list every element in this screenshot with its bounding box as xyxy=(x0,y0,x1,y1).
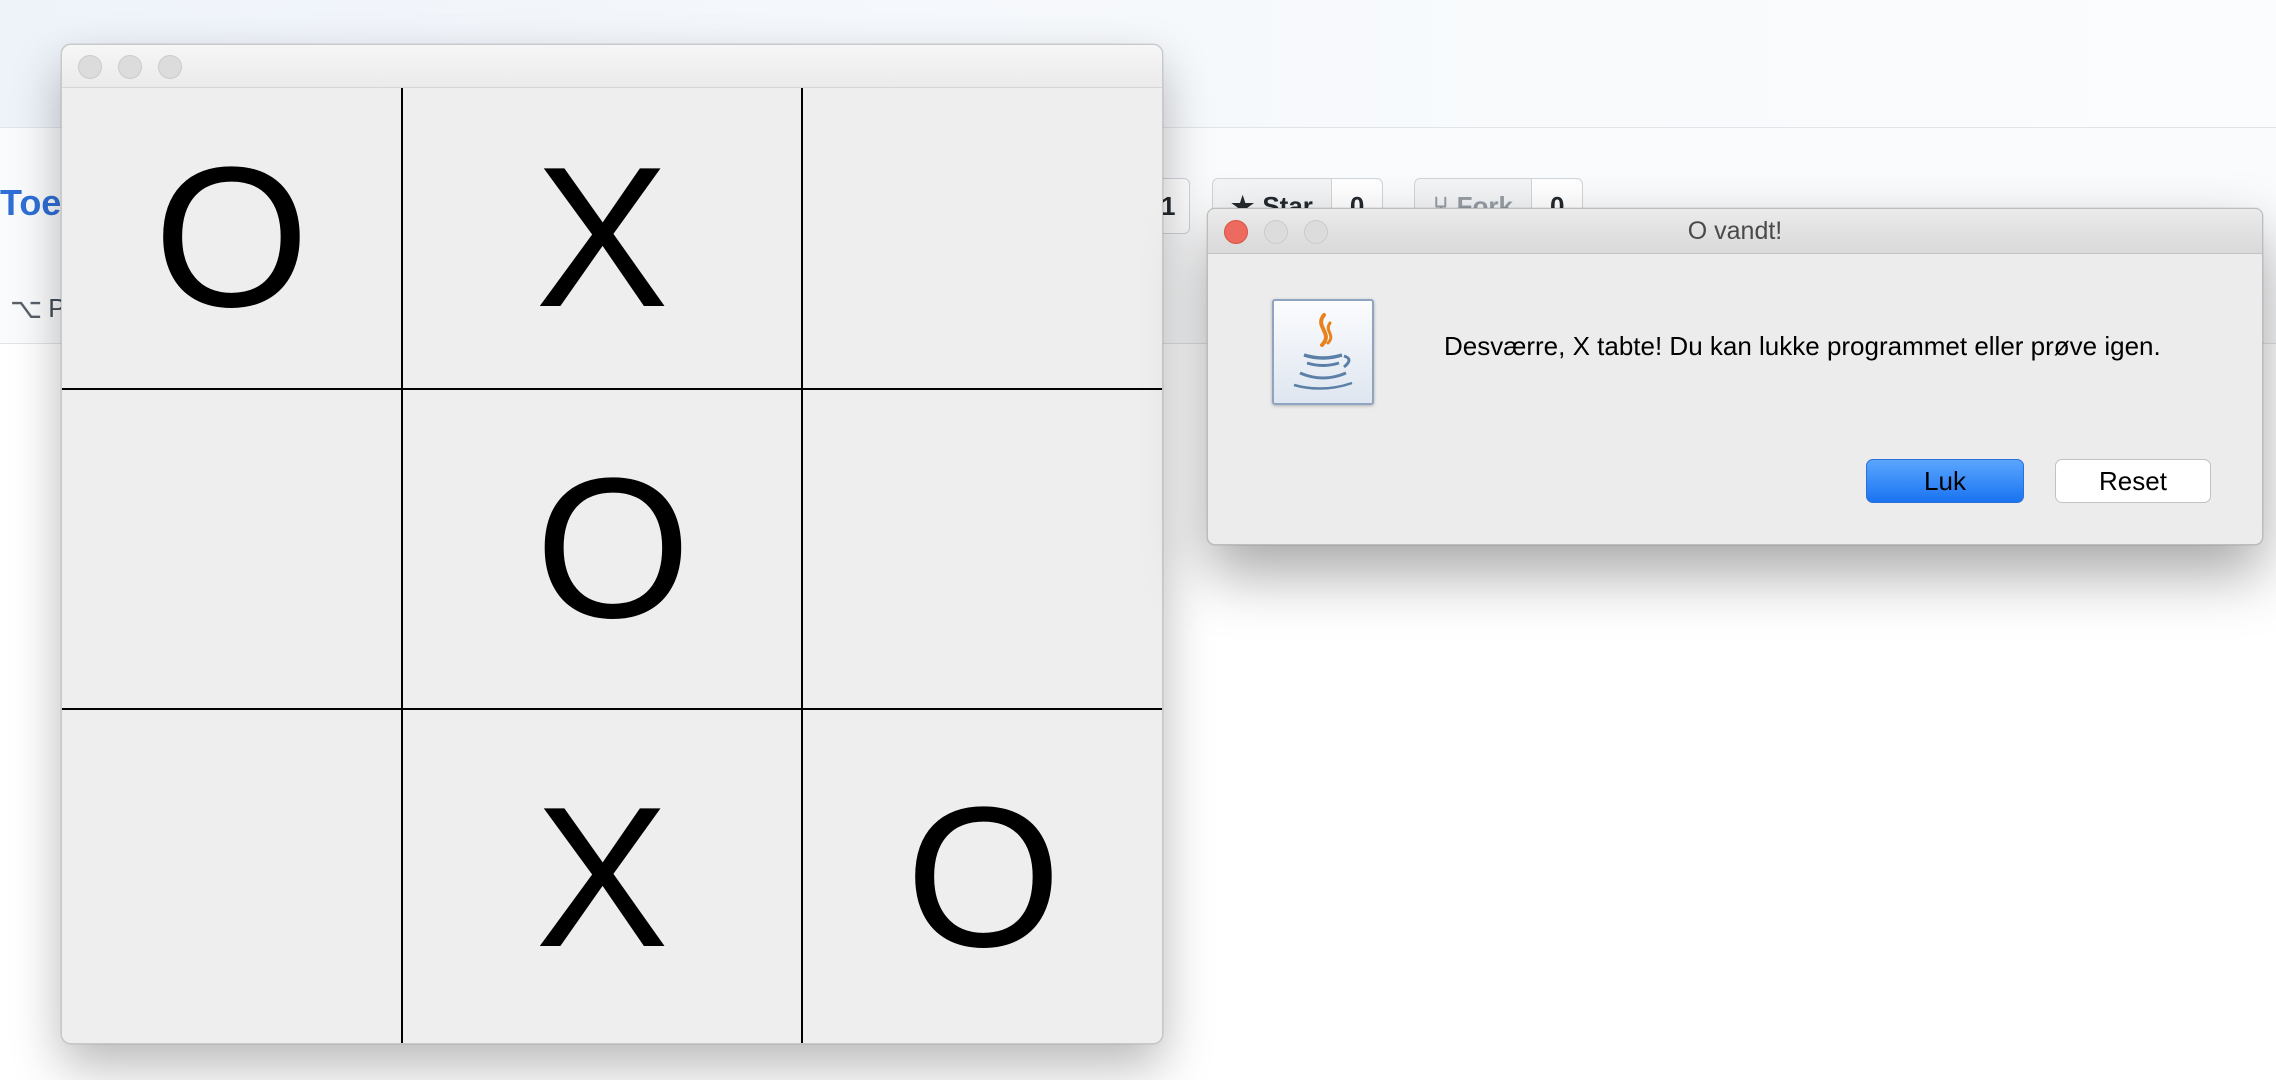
tic-tac-toe-window: O X O X O xyxy=(61,44,1163,1044)
close-button[interactable] xyxy=(78,55,102,79)
board-cell-0-1[interactable]: X xyxy=(403,88,801,388)
board-cell-2-2[interactable]: O xyxy=(803,710,1162,1043)
dialog-message: Desværre, X tabte! Du kan lukke programm… xyxy=(1444,331,2161,361)
java-icon xyxy=(1272,299,1374,405)
dialog-title: O vandt! xyxy=(1687,217,1783,245)
close-game-button[interactable]: Luk xyxy=(1866,459,2024,503)
board-cell-0-2[interactable] xyxy=(803,88,1162,388)
board-cell-1-0[interactable] xyxy=(62,390,401,708)
grid-line xyxy=(62,708,1162,710)
tab-pull-requests[interactable]: ⌥ P xyxy=(10,292,66,325)
result-dialog: O vandt! Desværre, X tabte! Du kan lukke… xyxy=(1207,208,2263,545)
board-cell-0-0[interactable]: O xyxy=(62,88,401,388)
game-board: O X O X O xyxy=(62,88,1162,1043)
board-cell-2-0[interactable] xyxy=(62,710,401,1043)
board-cell-1-1[interactable]: O xyxy=(403,390,823,708)
window-titlebar[interactable] xyxy=(62,45,1162,88)
pull-request-icon: ⌥ xyxy=(10,293,43,324)
grid-line xyxy=(801,88,803,1043)
repo-name-link[interactable]: Toe xyxy=(0,182,61,224)
board-cell-2-1[interactable]: X xyxy=(403,710,801,1043)
board-cell-1-2[interactable] xyxy=(803,390,1162,708)
zoom-button[interactable] xyxy=(158,55,182,79)
grid-line xyxy=(401,88,403,1043)
reset-button[interactable]: Reset xyxy=(2055,459,2211,503)
minimize-button[interactable] xyxy=(118,55,142,79)
grid-line xyxy=(62,388,1162,390)
